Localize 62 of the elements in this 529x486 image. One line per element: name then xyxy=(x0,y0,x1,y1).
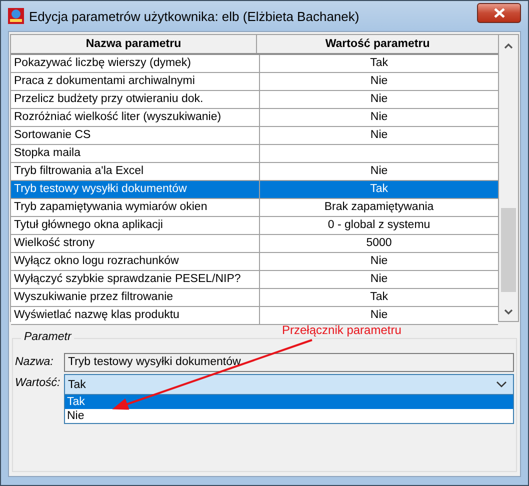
table-row[interactable]: Wyszukiwanie przez filtrowanie Tak xyxy=(11,289,498,307)
table-row[interactable]: Stopka maila xyxy=(11,145,498,163)
table-row[interactable]: Tytuł głównego okna aplikacji 0 - global z systemu xyxy=(11,217,498,235)
group-title: Parametr xyxy=(21,331,74,343)
parameter-value-cell-text: Nie xyxy=(369,74,389,89)
parameter-value-cell-text: Nie xyxy=(369,164,389,179)
table-row[interactable]: Przelicz budżety przy otwieraniu dok. Nie xyxy=(11,91,498,109)
table-row[interactable]: Wyłączyć szybkie sprawdzanie PESEL/NIP? Nie xyxy=(11,271,498,289)
parameter-name-cell: Rozróżniać wielkość liter (wyszukiwanie) xyxy=(11,109,260,126)
value-dropdown[interactable]: Tak xyxy=(64,374,514,395)
parameter-value-cell-text: 0 - global z systemu xyxy=(326,218,432,233)
dropdown-option[interactable]: Nie xyxy=(65,409,513,423)
table-row[interactable]: Rozróżniać wielkość liter (wyszukiwanie) Nie xyxy=(11,109,498,127)
parameter-value-cell-text: Nie xyxy=(369,254,389,269)
table-row[interactable]: Tryb zapamiętywania wymiarów okien Brak zapamiętywania xyxy=(11,199,498,217)
window-title: Edycja parametrów użytkownika: elb (Elżbieta Bachanek) xyxy=(29,8,360,24)
table-row[interactable]: Tryb filtrowania a'la Excel Nie xyxy=(11,163,498,181)
table-row[interactable]: Tryb testowy wysyłki dokumentów Tak xyxy=(11,181,498,199)
parameter-name-cell: Wyświetlać nazwę klas produktu xyxy=(11,307,260,324)
column-header[interactable]: Nazwa parametru xyxy=(11,35,257,53)
scrollbar-thumb[interactable] xyxy=(501,208,516,292)
parameter-value-cell-text: 5000 xyxy=(365,236,393,251)
close-button[interactable] xyxy=(477,3,521,23)
parameter-name-cell: Wielkość strony xyxy=(11,235,260,252)
scroll-up-icon[interactable] xyxy=(504,43,514,49)
parameter-value-cell-text: Nie xyxy=(369,128,389,143)
parameter-name-cell: Pokazywać liczbę wierszy (dymek) xyxy=(11,55,260,72)
parameter-name-cell: Wyłącz okno logu rozrachunków xyxy=(11,253,260,270)
name-label: Nazwa: xyxy=(14,355,54,370)
parameter-value-cell-text: Nie xyxy=(369,110,389,125)
parameter-value-cell-text: Nie xyxy=(369,308,389,323)
value-label: Wartość: xyxy=(14,376,62,391)
close-icon xyxy=(494,8,504,18)
column-header[interactable]: Wartość parametru xyxy=(257,35,498,53)
name-field[interactable]: Tryb testowy wysyłki dokumentów xyxy=(64,353,514,372)
parameter-name-cell: Stopka maila xyxy=(11,145,260,162)
app-logo-icon xyxy=(8,8,24,24)
parameter-name-cell: Tryb filtrowania a'la Excel xyxy=(11,163,260,180)
table-row[interactable]: Wyświetlać nazwę klas produktu Nie xyxy=(11,307,498,325)
parameter-name-cell: Tryb zapamiętywania wymiarów okien xyxy=(11,199,260,216)
parameter-value-cell-text: Nie xyxy=(369,272,389,287)
parameter-value-cell-text: Brak zapamiętywania xyxy=(323,200,435,215)
parameter-name-cell: Praca z dokumentami archiwalnymi xyxy=(11,73,260,90)
scroll-down-icon[interactable] xyxy=(504,309,514,315)
table-row[interactable]: Praca z dokumentami archiwalnymi Nie xyxy=(11,73,498,91)
parameter-name-cell: Sortowanie CS xyxy=(11,127,260,144)
parameter-name-cell: Wyszukiwanie przez filtrowanie xyxy=(11,289,260,306)
parameter-name-cell: Tryb testowy wysyłki dokumentów xyxy=(11,181,260,198)
dropdown-option[interactable]: Tak xyxy=(65,395,513,409)
parameter-name-cell: Tytuł głównego okna aplikacji xyxy=(11,217,260,234)
parameter-value-cell-text: Tak xyxy=(369,182,389,197)
parameter-value-cell-text: Nie xyxy=(369,92,389,107)
parameter-name-cell: Przelicz budżety przy otwieraniu dok. xyxy=(11,91,260,108)
table-row[interactable]: Wyłącz okno logu rozrachunków Nie xyxy=(11,253,498,271)
table-row[interactable]: Pokazywać liczbę wierszy (dymek) Tak xyxy=(11,55,498,73)
annotation-label: Przełącznik parametru xyxy=(282,323,402,337)
parameter-value-cell-text: Tak xyxy=(369,56,389,71)
table-row[interactable]: Wielkość strony 5000 xyxy=(11,235,498,253)
parameter-name-cell: Wyłączyć szybkie sprawdzanie PESEL/NIP? xyxy=(11,271,260,288)
chevron-down-icon xyxy=(496,381,507,388)
table-row[interactable]: Sortowanie CS Nie xyxy=(11,127,498,145)
parameter-value-cell-text: Tak xyxy=(369,290,389,305)
